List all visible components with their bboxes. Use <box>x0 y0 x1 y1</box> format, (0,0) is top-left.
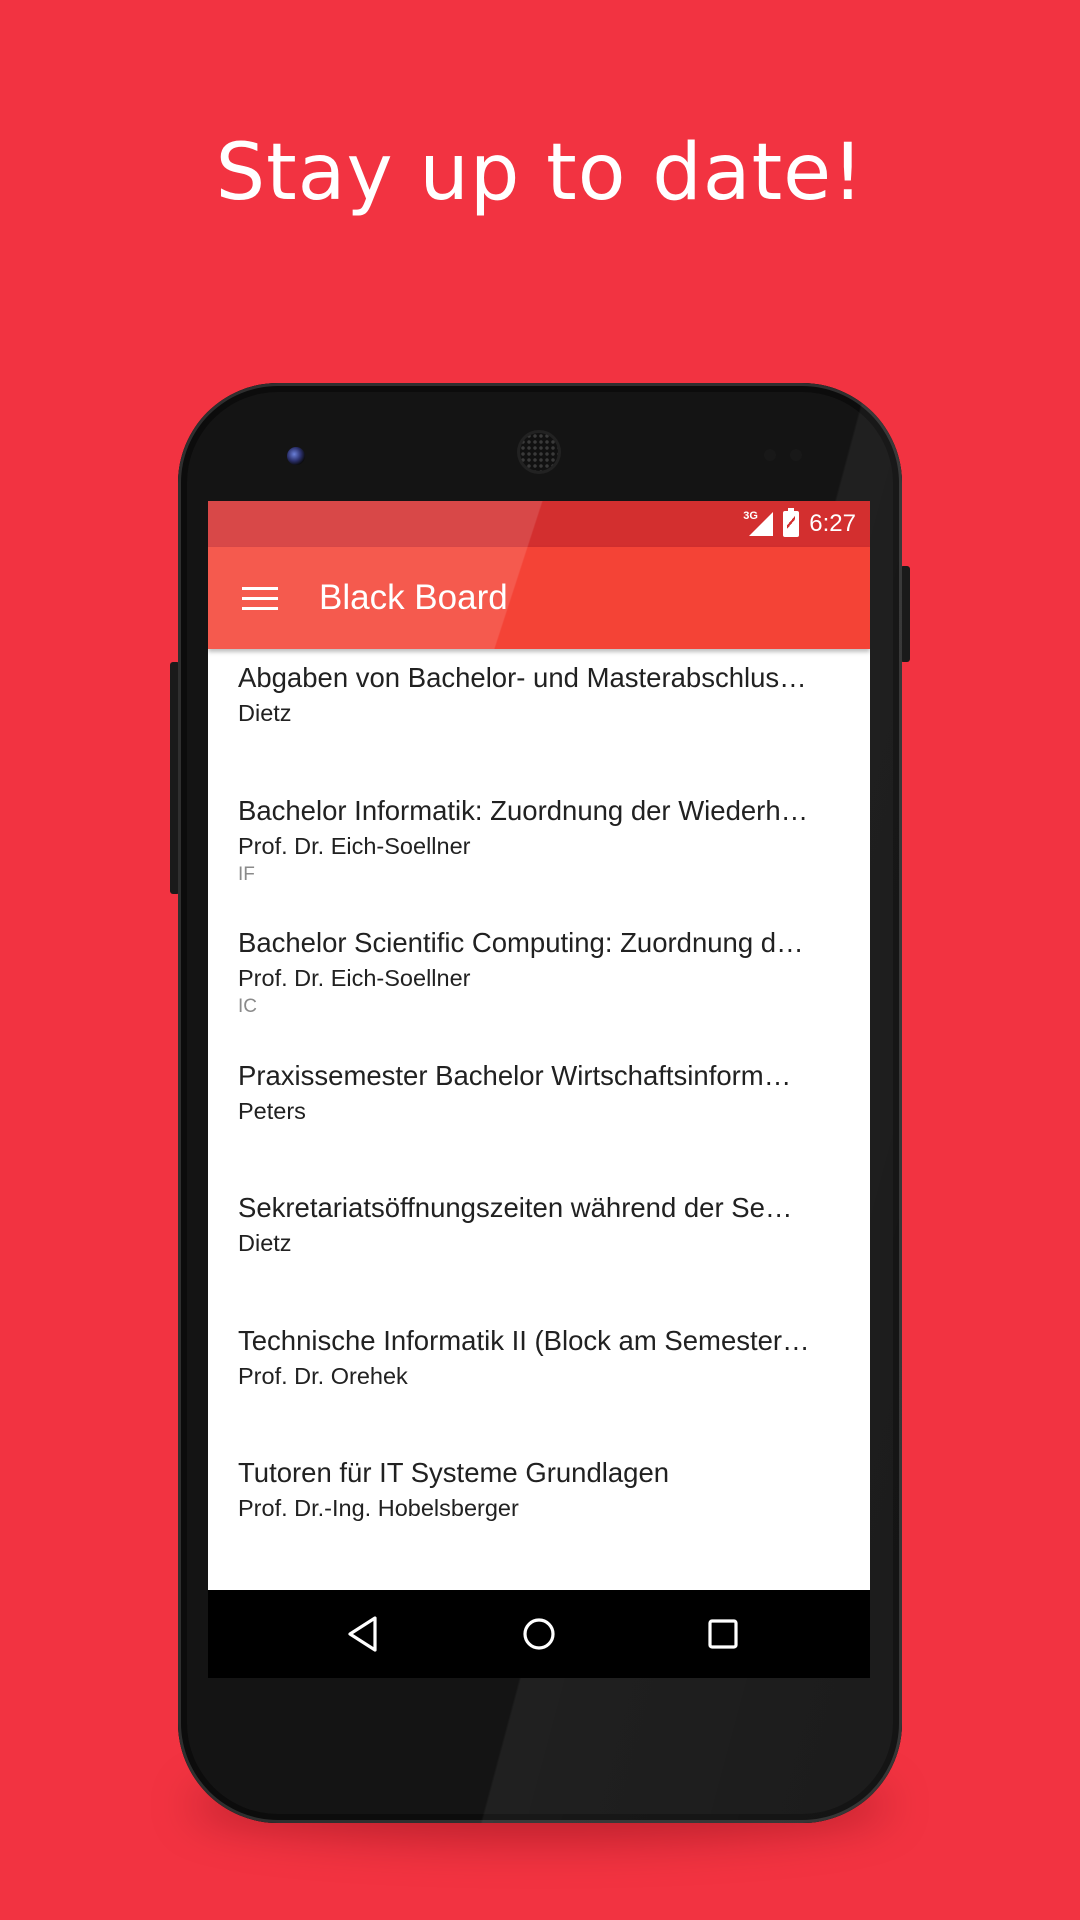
post-tag: IF <box>238 863 255 885</box>
app-title: Black Board <box>319 578 508 617</box>
system-navigation-bar <box>208 1590 870 1678</box>
nav-home-icon[interactable] <box>514 1609 564 1659</box>
battery-charging-icon <box>783 508 800 537</box>
post-title: Praxissemester Bachelor Wirtschaftsinfor… <box>238 1059 792 1091</box>
list-item[interactable]: Bachelor Scientific Computing: Zuordnung… <box>208 914 870 1047</box>
list-item[interactable]: Praxissemester Bachelor Wirtschaftsinfor… <box>208 1047 870 1180</box>
post-author: Prof. Dr. Eich-Soellner <box>238 832 471 859</box>
status-icons: 3G 6:27 <box>743 507 856 541</box>
blackboard-list: Abgaben von Bachelor- und Masterabschlus… <box>208 649 870 1577</box>
earpiece-speaker <box>520 433 558 471</box>
post-author: Dietz <box>238 1230 292 1256</box>
post-title: Bachelor Informatik: Zuordnung der Wiede… <box>238 794 809 826</box>
status-time: 6:27 <box>809 510 856 537</box>
cell-signal-icon: 3G <box>743 510 774 538</box>
post-author: Dietz <box>238 700 292 726</box>
nav-back-icon[interactable] <box>339 1609 389 1659</box>
app-toolbar: Black Board <box>208 547 870 649</box>
list-item[interactable]: Sekretariatsöffnungszeiten während der S… <box>208 1179 870 1312</box>
post-title: Technische Informatik II (Block am Semes… <box>238 1324 810 1356</box>
front-camera-icon <box>287 447 305 465</box>
post-title: Bachelor Scientific Computing: Zuordnung… <box>238 927 804 958</box>
list-item[interactable]: Tutoren für IT Systeme Grundlagen Prof. … <box>208 1444 870 1577</box>
post-title: Tutoren für IT Systeme Grundlagen <box>238 1457 670 1488</box>
list-item[interactable]: Abgaben von Bachelor- und Masterabschlus… <box>208 649 870 782</box>
post-author: Prof. Dr.-Ing. Hobelsberger <box>238 1495 519 1521</box>
proximity-sensor <box>764 449 776 461</box>
post-title: Sekretariatsöffnungszeiten während der S… <box>238 1192 793 1223</box>
nav-recent-apps-icon[interactable] <box>698 1609 748 1659</box>
status-bar: 3G 6:27 <box>208 501 870 547</box>
post-author: Prof. Dr. Eich-Soellner <box>238 965 471 991</box>
promo-headline: Stay up to date! <box>215 128 865 218</box>
list-item[interactable]: Technische Informatik II (Block am Semes… <box>208 1312 870 1445</box>
hamburger-menu-icon[interactable] <box>242 583 278 613</box>
app-screen: 3G 6:27 Black Board Abgaben von Bachelor… <box>208 501 870 1678</box>
post-tag: IC <box>238 996 257 1017</box>
post-author: Prof. Dr. Orehek <box>238 1362 408 1389</box>
post-author: Peters <box>238 1097 306 1124</box>
list-item[interactable]: Bachelor Informatik: Zuordnung der Wiede… <box>208 782 870 915</box>
light-sensor <box>790 449 802 461</box>
post-title: Abgaben von Bachelor- und Masterabschlus… <box>238 662 807 693</box>
